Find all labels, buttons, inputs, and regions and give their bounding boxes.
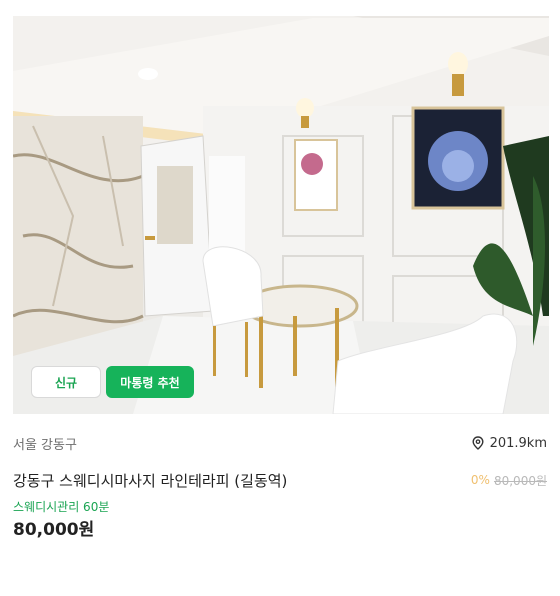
recommended-badge: 마통령 추천: [106, 366, 194, 398]
interior-photo-illustration: [13, 16, 549, 414]
map-pin-icon: [472, 436, 484, 450]
meta-row: 서울 강동구 201.9km: [13, 433, 547, 453]
discount-rate: 0%: [470, 473, 490, 487]
discount-info: 0% 80,000원: [471, 472, 547, 489]
distance-info: 201.9km: [472, 436, 547, 451]
listing-photo[interactable]: [13, 16, 549, 414]
course-name: 스웨디시관리 60분: [13, 500, 110, 514]
listing-card[interactable]: 신규 마통령 추천 서울 강동구 201.9km 강동구 스웨디시마사지 라인테…: [0, 0, 560, 596]
location-label: 서울 강동구: [13, 437, 77, 453]
original-price: 80,000원: [493, 473, 547, 488]
sale-price: 80,000원: [13, 520, 95, 540]
new-badge: 신규: [31, 366, 101, 398]
distance-value: 201.9km: [489, 435, 547, 451]
listing-title[interactable]: 강동구 스웨디시마사지 라인테라피 (길동역): [13, 470, 287, 491]
title-row: 강동구 스웨디시마사지 라인테라피 (길동역) 0% 80,000원: [13, 469, 547, 491]
badge-group: 신규 마통령 추천: [31, 366, 194, 398]
